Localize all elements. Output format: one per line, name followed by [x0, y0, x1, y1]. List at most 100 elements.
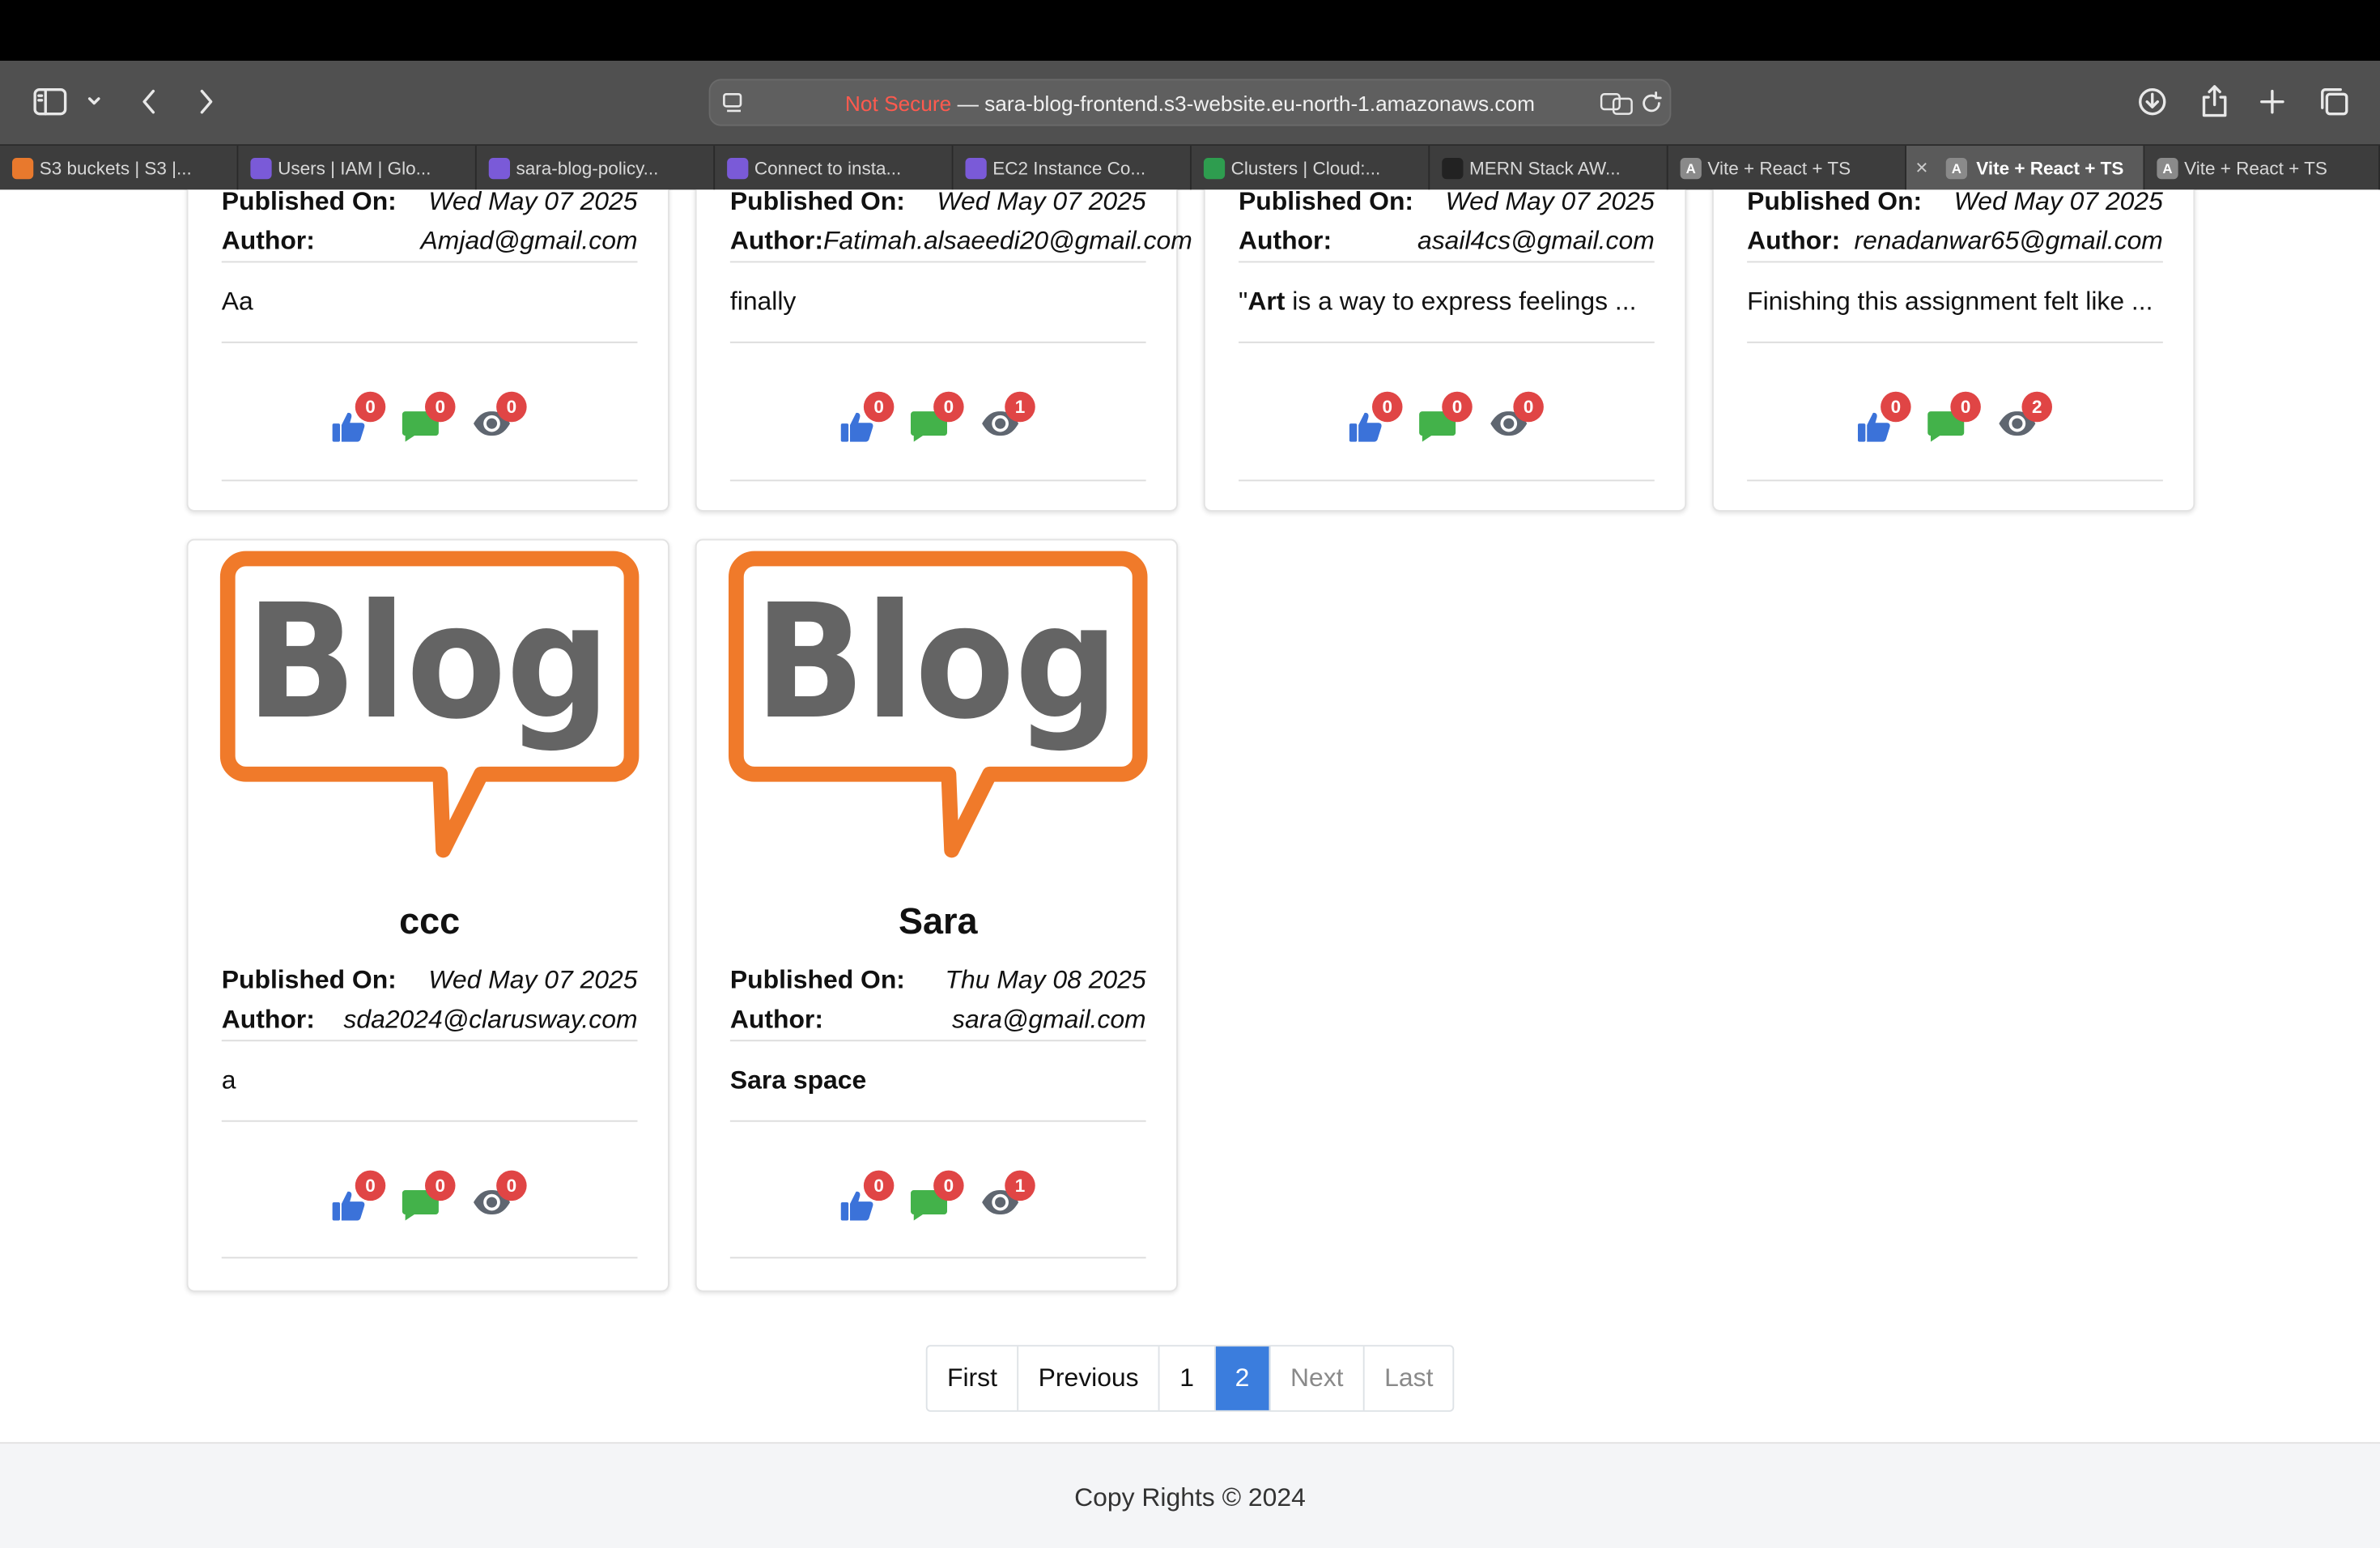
author-row: Author: sara@gmail.com: [729, 1005, 1146, 1042]
views-count-badge: 2: [2021, 391, 2052, 423]
blog-post-card[interactable]: Published On: Wed May 07 2025 Author: Fatim…: [695, 189, 1192, 512]
aws-iam-icon: [250, 158, 272, 180]
browser-tab[interactable]: A Vite + React + TS: [1668, 146, 1906, 192]
share-icon[interactable]: [2198, 83, 2231, 120]
comments-stat[interactable]: 0: [909, 391, 970, 453]
blog-post-card[interactable]: Published On: Wed May 07 2025 Author: Amjad…: [186, 189, 669, 512]
address-bar[interactable]: Not Secure — sara-blog-frontend.s3-websi…: [708, 79, 1672, 126]
divider: [1239, 341, 1655, 343]
browser-tab[interactable]: Connect to insta...: [715, 146, 954, 192]
pagination-page-1-button[interactable]: 1: [1160, 1346, 1216, 1410]
comments-stat[interactable]: 0: [1926, 391, 1987, 453]
excerpt-quote: ": [1239, 287, 1248, 316]
published-date: Thu May 08 2025: [945, 965, 1146, 995]
pagination-previous-button[interactable]: Previous: [1018, 1346, 1160, 1410]
browser-tab[interactable]: sara-blog-policy...: [477, 146, 716, 192]
blog-logo-image[interactable]: Blog: [215, 546, 640, 865]
divider: [729, 479, 1146, 482]
tab-label: sara-blog-policy...: [516, 158, 659, 180]
forward-arrow-icon[interactable]: [191, 83, 222, 120]
tab-label: Vite + React + TS: [2184, 158, 2327, 180]
author-email: Amjad@gmail.com: [420, 226, 638, 255]
post-stats: 0 0 1: [697, 391, 1179, 453]
views-stat[interactable]: 0: [1489, 391, 1549, 453]
likes-stat[interactable]: 0: [839, 391, 900, 453]
url-text: Not Secure — sara-blog-frontend.s3-websi…: [711, 91, 1670, 116]
openai-icon: [1442, 158, 1464, 180]
pagination-first-button[interactable]: First: [928, 1346, 1019, 1410]
browser-tab[interactable]: A Vite + React + TS: [2144, 146, 2380, 192]
comments-count-badge: 0: [1950, 391, 1981, 423]
comments-stat[interactable]: 0: [909, 1170, 970, 1231]
tab-overview-icon[interactable]: [2316, 83, 2352, 120]
author-label: Author:: [221, 226, 315, 255]
url-separator: —: [951, 91, 985, 116]
views-stat[interactable]: 0: [472, 1170, 533, 1231]
post-excerpt: Finishing this assignment felt like ...: [1747, 287, 2153, 316]
excerpt-rest: is a way to express feelings ...: [1285, 287, 1637, 316]
published-on-label: Published On:: [1747, 189, 1923, 216]
pagination-last-button[interactable]: Last: [1365, 1346, 1453, 1410]
divider: [221, 479, 638, 482]
blog-post-card[interactable]: Blog Sara Published On: Thu May 08 2025 Auth…: [695, 538, 1179, 1292]
views-stat[interactable]: 0: [472, 391, 533, 453]
browser-tab[interactable]: EC2 Instance Co...: [954, 146, 1192, 192]
browser-tab[interactable]: S3 buckets | S3 |...: [0, 146, 239, 192]
likes-count-badge: 0: [863, 391, 895, 423]
divider: [729, 341, 1146, 343]
blog-logo-text: Blog: [246, 570, 610, 754]
views-count-badge: 1: [1005, 1170, 1035, 1201]
likes-stat[interactable]: 0: [1856, 391, 1917, 453]
reload-icon[interactable]: [1639, 91, 1664, 116]
letter-a-icon: A: [1945, 158, 1967, 180]
close-tab-icon[interactable]: ×: [1915, 155, 1927, 179]
tab-label: Vite + React + TS: [1976, 158, 2124, 180]
browser-tab[interactable]: MERN Stack AW...: [1430, 146, 1668, 192]
likes-count-badge: 0: [1372, 391, 1403, 423]
likes-stat[interactable]: 0: [331, 1170, 392, 1231]
downloads-icon[interactable]: [2136, 83, 2169, 120]
back-arrow-icon[interactable]: [134, 83, 164, 120]
likes-stat[interactable]: 0: [839, 1170, 900, 1231]
post-stats: 0 0 1: [697, 1170, 1179, 1231]
chevron-down-icon[interactable]: [83, 83, 104, 120]
post-stats: 0 0 0: [1205, 391, 1688, 453]
browser-tab[interactable]: Clusters | Cloud:...: [1192, 146, 1430, 192]
blog-logo-text: Blog: [754, 570, 1119, 754]
published-date: Wed May 07 2025: [428, 189, 638, 216]
post-title[interactable]: ccc: [189, 902, 671, 945]
pagination-next-button[interactable]: Next: [1271, 1346, 1365, 1410]
post-title[interactable]: Sara: [697, 902, 1179, 945]
author-row: Author: Amjad@gmail.com: [221, 226, 638, 263]
new-tab-icon[interactable]: [2255, 83, 2289, 120]
tab-label: EC2 Instance Co...: [992, 158, 1146, 180]
footer-copyright: Copy Rights © 2024: [1074, 1482, 1306, 1512]
views-stat[interactable]: 1: [980, 1170, 1041, 1231]
published-on-label: Published On:: [729, 189, 905, 216]
blog-logo-image[interactable]: Blog: [724, 546, 1149, 865]
likes-stat[interactable]: 0: [1348, 391, 1409, 453]
blog-post-card[interactable]: Blog ccc Published On: Wed May 07 2025 Autho…: [186, 538, 671, 1292]
author-row: Author: Fatimah.alsaeedi20@gmail.com: [729, 226, 1192, 263]
views-stat[interactable]: 1: [980, 391, 1041, 453]
translate-icon[interactable]: [1600, 91, 1633, 116]
comments-count-badge: 0: [933, 1170, 964, 1201]
blog-post-card[interactable]: Published On: Wed May 07 2025 Author: asail…: [1203, 189, 1688, 512]
blog-post-card[interactable]: Published On: Wed May 07 2025 Author: renad…: [1712, 189, 2195, 512]
comments-stat[interactable]: 0: [401, 391, 461, 453]
author-label: Author:: [729, 226, 823, 255]
aws-policy-icon: [488, 158, 510, 180]
aws-s3-icon: [12, 158, 34, 180]
comments-stat[interactable]: 0: [1417, 391, 1478, 453]
sidebar-toggle-icon[interactable]: [31, 83, 70, 120]
browser-tab[interactable]: × A Vite + React + TS: [1906, 146, 2145, 192]
likes-stat[interactable]: 0: [331, 391, 392, 453]
system-bar: [0, 0, 2380, 61]
comments-stat[interactable]: 0: [401, 1170, 461, 1231]
published-on-row: Published On: Wed May 07 2025: [222, 189, 638, 223]
published-date: Wed May 07 2025: [428, 965, 638, 995]
views-stat[interactable]: 2: [1998, 391, 2059, 453]
browser-tab[interactable]: Users | IAM | Glo...: [238, 146, 477, 192]
pagination-page-2-button[interactable]: 2: [1215, 1346, 1271, 1410]
published-on-label: Published On:: [729, 965, 905, 995]
